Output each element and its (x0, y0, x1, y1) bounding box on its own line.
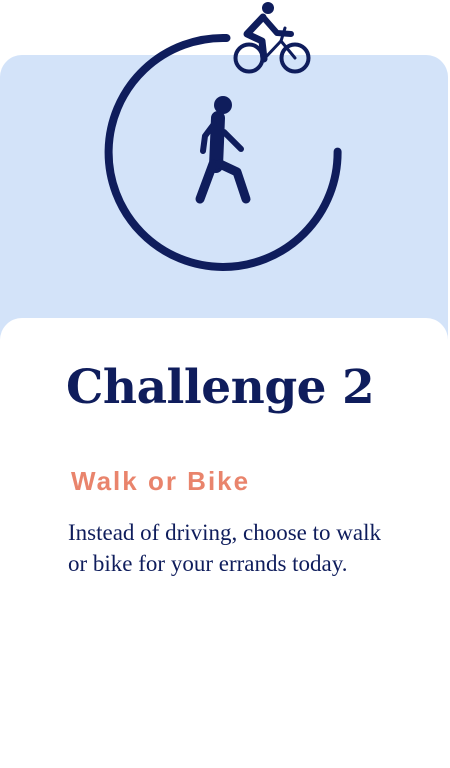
cyclist-icon (233, 2, 311, 74)
challenge-illustration (104, 2, 342, 271)
pedestrian-icon (195, 96, 251, 204)
challenge-subtitle: Walk or Bike (71, 466, 251, 496)
challenge-description: Instead of driving, choose to walk or bi… (68, 520, 381, 576)
challenge-title: Challenge 2 (66, 360, 375, 415)
